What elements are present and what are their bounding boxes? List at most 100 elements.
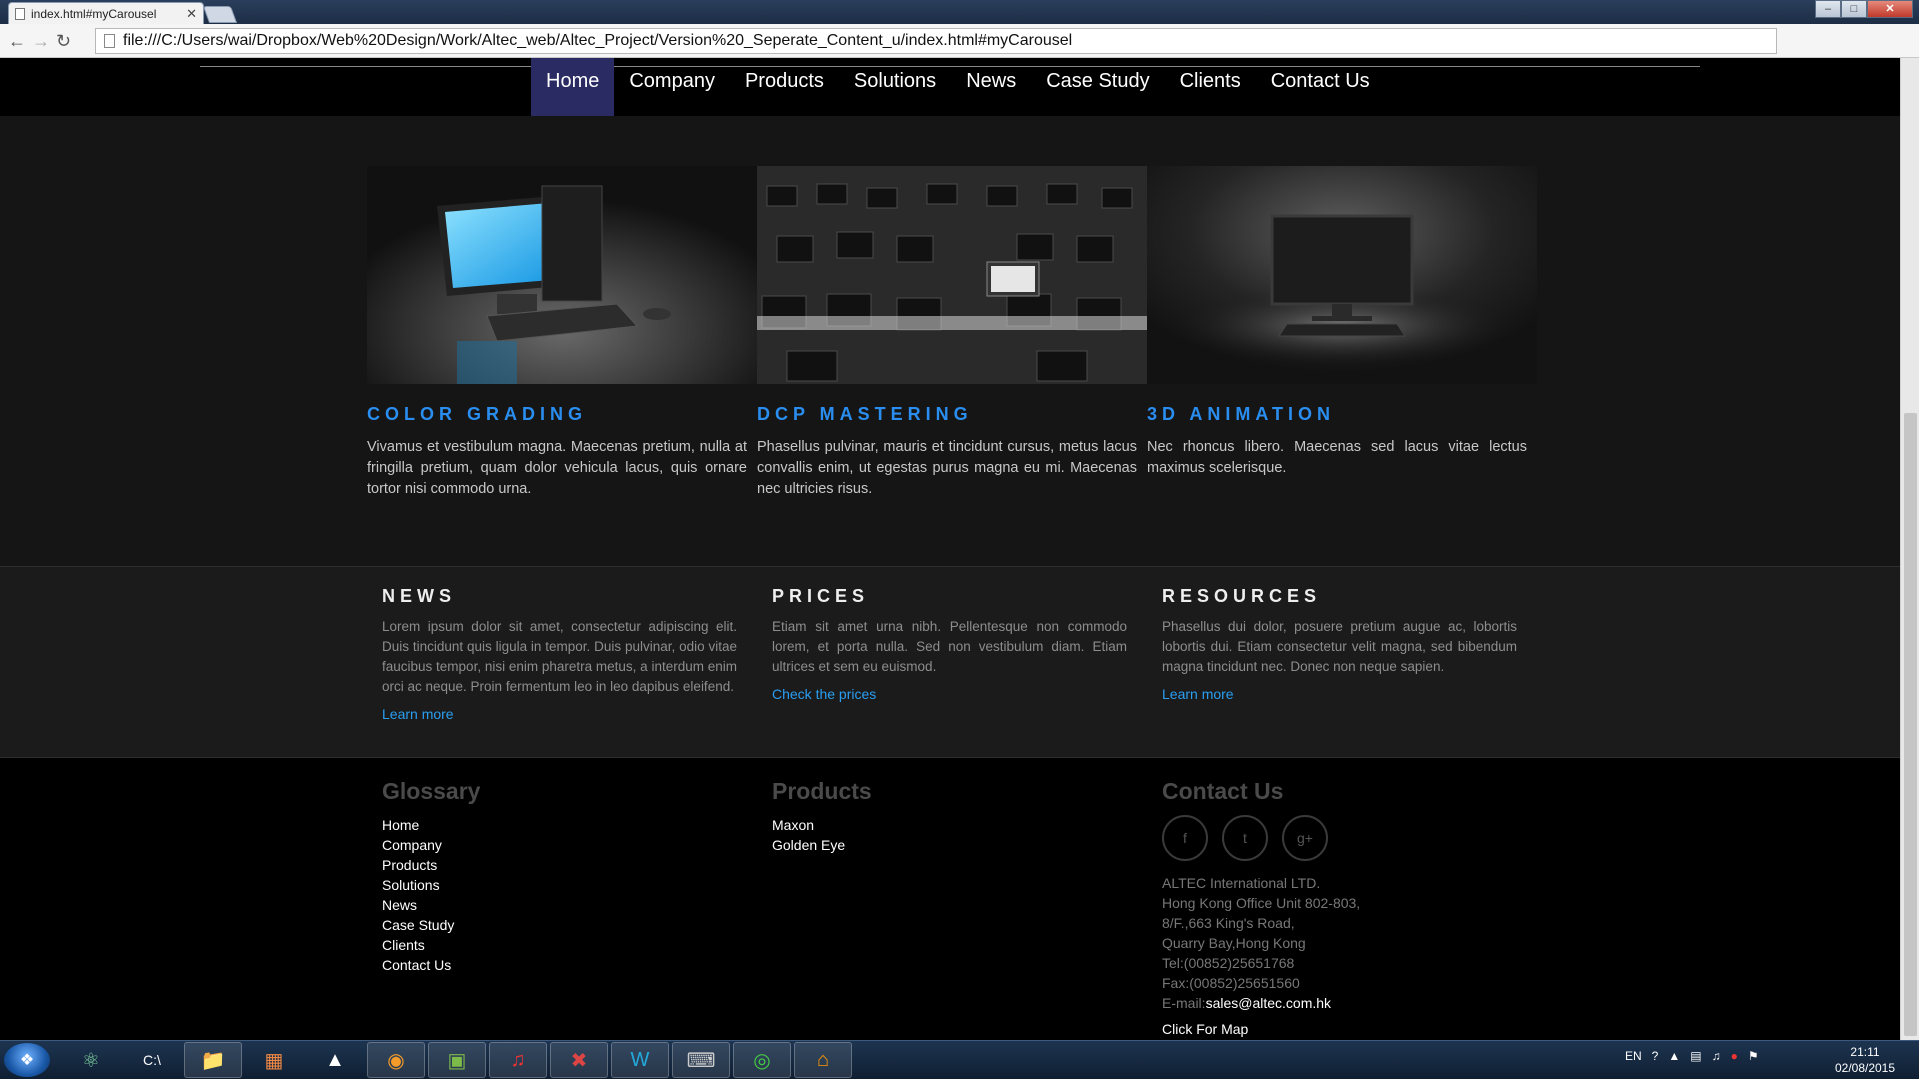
product-link-golden-eye[interactable]: Golden Eye bbox=[772, 835, 872, 855]
glossary-link-clients[interactable]: Clients bbox=[382, 935, 480, 955]
address-line-2: 8/F.,663 King's Road, bbox=[1162, 915, 1295, 931]
address-line-1: Hong Kong Office Unit 802-803, bbox=[1162, 895, 1361, 911]
prices-text: Etiam sit amet urna nibh. Pellentesque n… bbox=[772, 619, 1127, 674]
forward-icon[interactable]: → bbox=[32, 31, 50, 52]
office-workstations-image bbox=[757, 166, 1147, 384]
reload-icon[interactable]: ↻ bbox=[56, 31, 71, 52]
prices-title: PRICES bbox=[772, 586, 870, 606]
service-color-grading: COLOR GRADING Vivamus et vestibulum magn… bbox=[367, 166, 757, 500]
products-title: Products bbox=[772, 778, 872, 804]
nav-clients[interactable]: Clients bbox=[1165, 58, 1256, 116]
document-icon bbox=[15, 7, 25, 20]
twitter-icon[interactable]: t bbox=[1222, 815, 1268, 861]
home-app-icon[interactable]: ⌂ bbox=[794, 1042, 852, 1078]
resources-title: RESOURCES bbox=[1162, 586, 1322, 606]
help-icon[interactable]: ? bbox=[1652, 1049, 1659, 1063]
keyboard-app-icon[interactable]: ⌨ bbox=[672, 1042, 730, 1078]
nav-home[interactable]: Home bbox=[531, 58, 615, 116]
clock-time: 21:11 bbox=[1850, 1045, 1880, 1059]
atom-icon[interactable]: ⚛ bbox=[62, 1042, 120, 1078]
chrome-icon[interactable]: ◎ bbox=[733, 1042, 791, 1078]
windows-app-icon[interactable]: ▦ bbox=[245, 1042, 303, 1078]
volume-icon[interactable]: ♫ bbox=[1712, 1049, 1721, 1063]
glossary-link-company[interactable]: Company bbox=[382, 835, 480, 855]
service-title: COLOR GRADING bbox=[367, 404, 587, 424]
nav-products[interactable]: Products bbox=[730, 58, 839, 116]
browser-chrome: index.html#myCarousel ✕ – □ ✕ ← → ↻ file… bbox=[0, 0, 1919, 62]
nav-company[interactable]: Company bbox=[614, 58, 730, 116]
address-bar[interactable]: file:///C:/Users/wai/Dropbox/Web%20Desig… bbox=[95, 28, 1777, 54]
spotlight-monitor-image bbox=[1147, 166, 1537, 384]
site-navbar: Home Company Products Solutions News Cas… bbox=[0, 58, 1900, 116]
service-3d-animation: 3D ANIMATION Nec rhoncus libero. Maecena… bbox=[1147, 166, 1537, 500]
service-description: Phasellus pulvinar, mauris et tincidunt … bbox=[757, 439, 1137, 497]
nav-news[interactable]: News bbox=[951, 58, 1031, 116]
news-text: Lorem ipsum dolor sit amet, consectetur … bbox=[382, 619, 737, 694]
social-links: f t g+ bbox=[1162, 815, 1360, 861]
terminal-icon[interactable]: C:\ bbox=[123, 1042, 181, 1078]
check-prices-link[interactable]: Check the prices bbox=[772, 686, 1127, 702]
glossary-link-news[interactable]: News bbox=[382, 895, 480, 915]
resources-column: RESOURCES Phasellus dui dolor, posuere p… bbox=[1162, 586, 1517, 702]
mail-app-icon[interactable]: ✖ bbox=[550, 1042, 608, 1078]
language-indicator[interactable]: EN bbox=[1625, 1049, 1642, 1063]
resources-text: Phasellus dui dolor, posuere pretium aug… bbox=[1162, 619, 1517, 674]
tab-title: index.html#myCarousel bbox=[31, 6, 157, 21]
back-icon[interactable]: ← bbox=[8, 31, 26, 52]
tab-strip: index.html#myCarousel ✕ – □ ✕ bbox=[0, 0, 1919, 24]
service-description: Vivamus et vestibulum magna. Maecenas pr… bbox=[367, 439, 747, 497]
email-link[interactable]: sales@altec.com.hk bbox=[1206, 995, 1331, 1011]
scrollbar-thumb[interactable] bbox=[1904, 413, 1917, 1036]
glossary-link-case-study[interactable]: Case Study bbox=[382, 915, 480, 935]
company-name: ALTEC International LTD. bbox=[1162, 875, 1321, 891]
glossary-title: Glossary bbox=[382, 778, 481, 804]
file-explorer-icon[interactable]: 📁 bbox=[184, 1042, 242, 1078]
url-text: file:///C:/Users/wai/Dropbox/Web%20Desig… bbox=[123, 32, 1073, 49]
webstorm-icon[interactable]: W bbox=[611, 1042, 669, 1078]
minimize-button[interactable]: – bbox=[1815, 0, 1841, 18]
close-window-button[interactable]: ✕ bbox=[1867, 0, 1913, 18]
clock-date: 02/08/2015 bbox=[1834, 1061, 1896, 1075]
firefox-icon[interactable]: ◉ bbox=[367, 1042, 425, 1078]
nav-case-study[interactable]: Case Study bbox=[1031, 58, 1164, 116]
tab-close-icon[interactable]: ✕ bbox=[186, 6, 197, 22]
new-tab-button[interactable] bbox=[202, 6, 238, 23]
map-link[interactable]: Click For Map bbox=[1162, 1021, 1360, 1037]
info-section: NEWS Lorem ipsum dolor sit amet, consect… bbox=[0, 566, 1900, 758]
action-center-icon[interactable]: ⚑ bbox=[1748, 1049, 1759, 1063]
service-description: Nec rhoncus libero. Maecenas sed lacus v… bbox=[1147, 439, 1527, 476]
facebook-icon[interactable]: f bbox=[1162, 815, 1208, 861]
glossary-link-contact-us[interactable]: Contact Us bbox=[382, 955, 480, 975]
fox-icon[interactable]: ▲ bbox=[306, 1042, 364, 1078]
contact-column: Contact Us f t g+ ALTEC International LT… bbox=[1162, 778, 1360, 1037]
maximize-button[interactable]: □ bbox=[1841, 0, 1867, 18]
window-controls: – □ ✕ bbox=[1815, 0, 1913, 18]
start-button[interactable]: ❖ bbox=[4, 1043, 50, 1077]
fax: Fax:(00852)25651560 bbox=[1162, 975, 1300, 991]
network-icon[interactable]: ▤ bbox=[1690, 1049, 1701, 1063]
glossary-link-solutions[interactable]: Solutions bbox=[382, 875, 480, 895]
taskbar-apps: ⚛ C:\ 📁 ▦ ▲ ◉ ▣ ♫ ✖ W ⌨ ◎ ⌂ bbox=[62, 1042, 852, 1078]
page-scrollbar[interactable] bbox=[1900, 58, 1919, 1040]
service-title: DCP MASTERING bbox=[757, 404, 973, 424]
news-learn-more-link[interactable]: Learn more bbox=[382, 706, 737, 722]
browser-toolbar: ← → ↻ file:///C:/Users/wai/Dropbox/Web%2… bbox=[0, 24, 1919, 58]
email-label: E-mail: bbox=[1162, 995, 1206, 1011]
glossary-link-products[interactable]: Products bbox=[382, 855, 480, 875]
page-icon bbox=[104, 34, 115, 48]
service-title: 3D ANIMATION bbox=[1147, 404, 1335, 424]
resources-learn-more-link[interactable]: Learn more bbox=[1162, 686, 1517, 702]
prices-column: PRICES Etiam sit amet urna nibh. Pellent… bbox=[772, 586, 1127, 702]
services-row: COLOR GRADING Vivamus et vestibulum magn… bbox=[367, 166, 1537, 500]
nav-solutions[interactable]: Solutions bbox=[839, 58, 951, 116]
monitor-app-icon[interactable]: ▣ bbox=[428, 1042, 486, 1078]
antivirus-icon[interactable]: ● bbox=[1731, 1049, 1738, 1063]
taskbar-clock[interactable]: 21:11 02/08/2015 bbox=[1820, 1044, 1910, 1076]
itunes-icon[interactable]: ♫ bbox=[489, 1042, 547, 1078]
google-plus-icon[interactable]: g+ bbox=[1282, 815, 1328, 861]
product-link-maxon[interactable]: Maxon bbox=[772, 815, 872, 835]
browser-tab[interactable]: index.html#myCarousel ✕ bbox=[8, 2, 204, 24]
nav-contact-us[interactable]: Contact Us bbox=[1256, 58, 1385, 116]
glossary-link-home[interactable]: Home bbox=[382, 815, 480, 835]
show-hidden-icons-icon[interactable]: ▲ bbox=[1668, 1049, 1680, 1063]
